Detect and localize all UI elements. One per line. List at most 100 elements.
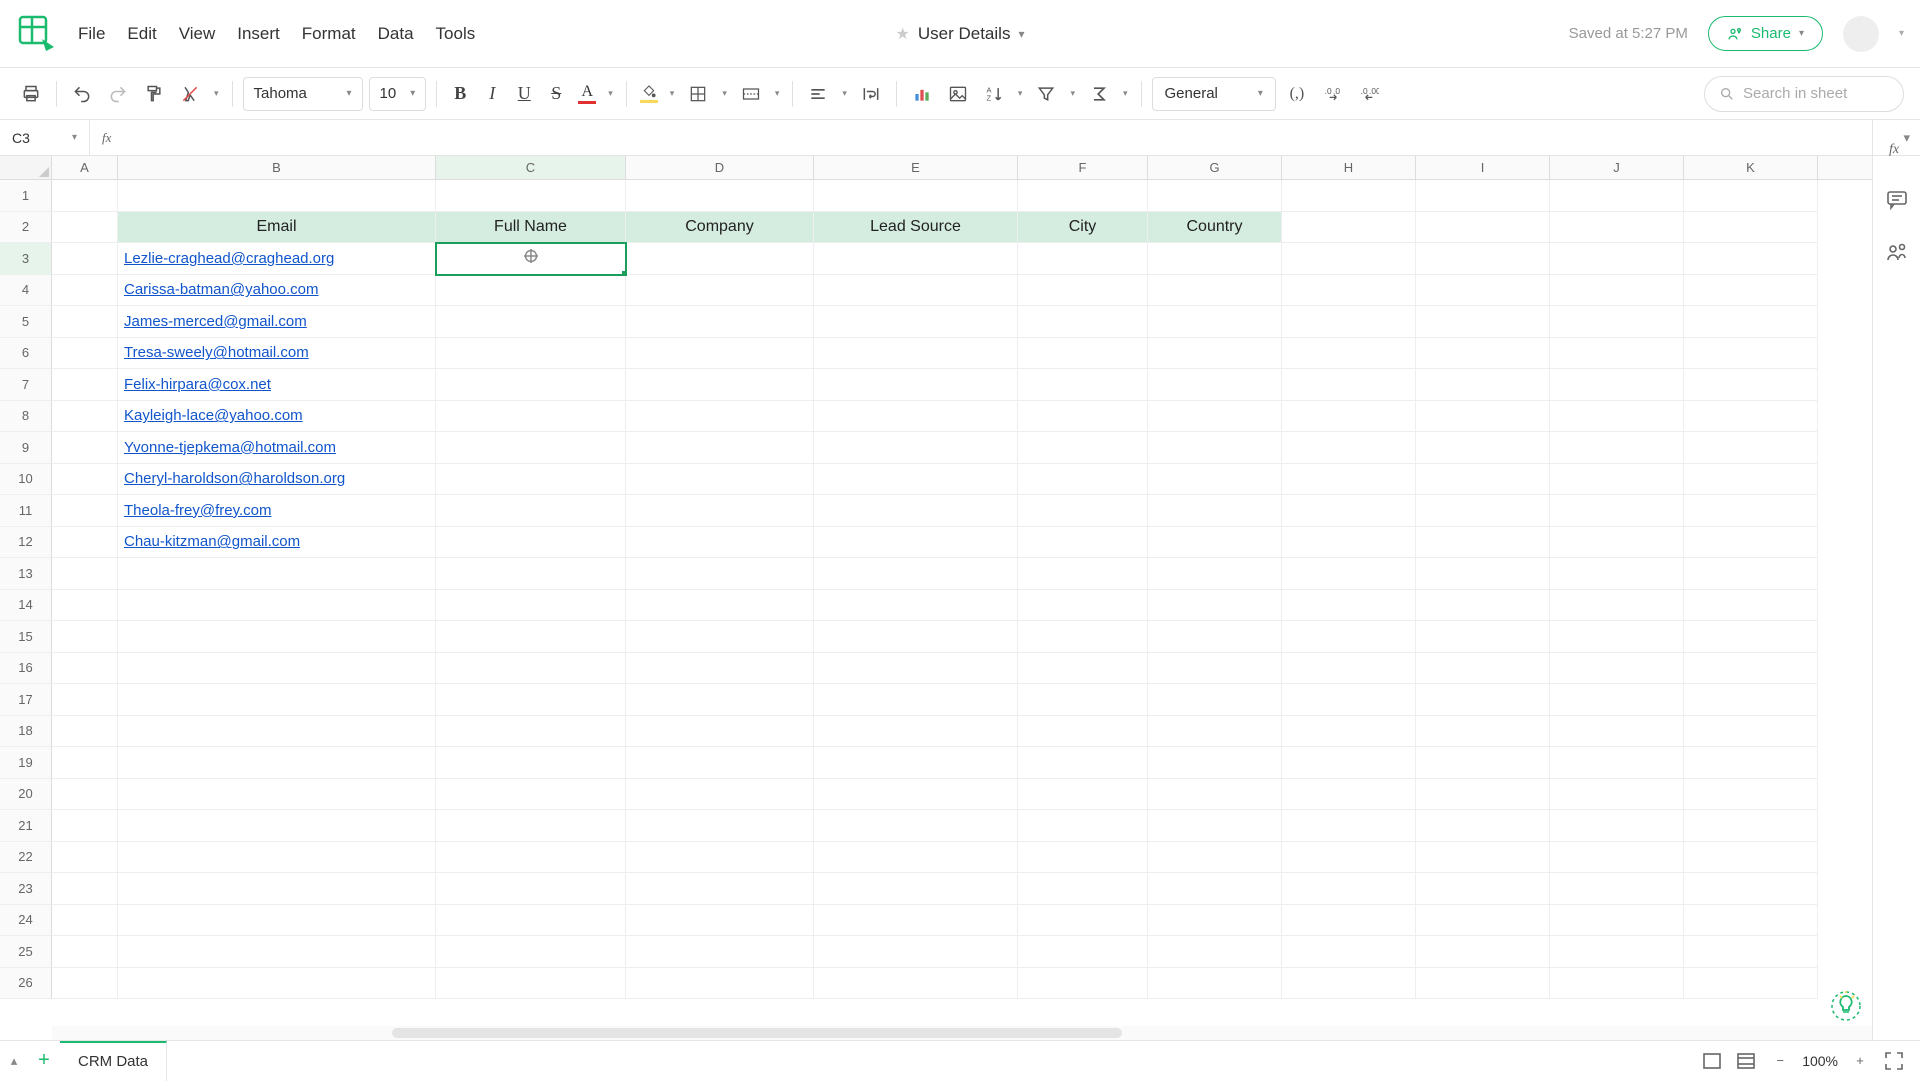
- cell-C12[interactable]: [436, 527, 626, 559]
- fill-handle[interactable]: [621, 270, 626, 275]
- decrease-decimal-button[interactable]: .0.0: [1318, 79, 1348, 109]
- row-header-13[interactable]: 13: [0, 558, 52, 590]
- cell-G13[interactable]: [1148, 558, 1282, 590]
- cell-C24[interactable]: [436, 905, 626, 937]
- cell-E18[interactable]: [814, 716, 1018, 748]
- cell-E4[interactable]: [814, 275, 1018, 307]
- cell-D15[interactable]: [626, 621, 814, 653]
- cell-H15[interactable]: [1282, 621, 1416, 653]
- column-header-H[interactable]: H: [1282, 156, 1416, 179]
- cell-J11[interactable]: [1550, 495, 1684, 527]
- cell-A14[interactable]: [52, 590, 118, 622]
- cell-K6[interactable]: [1684, 338, 1818, 370]
- cell-H12[interactable]: [1282, 527, 1416, 559]
- cell-K7[interactable]: [1684, 369, 1818, 401]
- cell-H14[interactable]: [1282, 590, 1416, 622]
- align-button[interactable]: [803, 79, 833, 109]
- font-family-select[interactable]: Tahoma▾: [243, 77, 363, 111]
- email-link[interactable]: Chau-kitzman@gmail.com: [124, 533, 300, 550]
- cell-A7[interactable]: [52, 369, 118, 401]
- cell-C14[interactable]: [436, 590, 626, 622]
- email-link[interactable]: Tresa-sweely@hotmail.com: [124, 344, 309, 361]
- cell-F6[interactable]: [1018, 338, 1148, 370]
- cell-G26[interactable]: [1148, 968, 1282, 1000]
- cell-A21[interactable]: [52, 810, 118, 842]
- cell-G22[interactable]: [1148, 842, 1282, 874]
- email-link[interactable]: James-merced@gmail.com: [124, 313, 307, 330]
- chevron-down-icon[interactable]: ▾: [605, 88, 616, 99]
- cell-E7[interactable]: [814, 369, 1018, 401]
- cell-F24[interactable]: [1018, 905, 1148, 937]
- undo-button[interactable]: [67, 79, 97, 109]
- cell-J25[interactable]: [1550, 936, 1684, 968]
- chevron-down-icon[interactable]: ▾: [772, 88, 783, 99]
- row-header-4[interactable]: 4: [0, 275, 52, 307]
- cell-A25[interactable]: [52, 936, 118, 968]
- cell-A24[interactable]: [52, 905, 118, 937]
- increase-decimal-button[interactable]: .0.00: [1354, 79, 1384, 109]
- cell-D23[interactable]: [626, 873, 814, 905]
- cell-J20[interactable]: [1550, 779, 1684, 811]
- cell-C19[interactable]: [436, 747, 626, 779]
- cell-J17[interactable]: [1550, 684, 1684, 716]
- cell-I23[interactable]: [1416, 873, 1550, 905]
- cell-H13[interactable]: [1282, 558, 1416, 590]
- cell-F9[interactable]: [1018, 432, 1148, 464]
- cell-F5[interactable]: [1018, 306, 1148, 338]
- cell-I4[interactable]: [1416, 275, 1550, 307]
- row-header-6[interactable]: 6: [0, 338, 52, 370]
- cell-D4[interactable]: [626, 275, 814, 307]
- cell-K18[interactable]: [1684, 716, 1818, 748]
- cell-I20[interactable]: [1416, 779, 1550, 811]
- cell-A8[interactable]: [52, 401, 118, 433]
- comments-panel-icon[interactable]: [1885, 188, 1909, 212]
- cell-J4[interactable]: [1550, 275, 1684, 307]
- cell-D11[interactable]: [626, 495, 814, 527]
- row-header-22[interactable]: 22: [0, 842, 52, 874]
- underline-button[interactable]: U: [511, 79, 537, 109]
- cell-C10[interactable]: [436, 464, 626, 496]
- parentheses-button[interactable]: (,): [1282, 79, 1312, 109]
- cell-C16[interactable]: [436, 653, 626, 685]
- cell-D8[interactable]: [626, 401, 814, 433]
- cell-I21[interactable]: [1416, 810, 1550, 842]
- cell-G6[interactable]: [1148, 338, 1282, 370]
- email-link[interactable]: Theola-frey@frey.com: [124, 502, 272, 519]
- column-header-K[interactable]: K: [1684, 156, 1818, 179]
- name-box[interactable]: C3▾: [0, 120, 90, 155]
- cell-B8[interactable]: Kayleigh-lace@yahoo.com: [118, 401, 436, 433]
- cell-J26[interactable]: [1550, 968, 1684, 1000]
- cell-I13[interactable]: [1416, 558, 1550, 590]
- cell-D20[interactable]: [626, 779, 814, 811]
- cell-E13[interactable]: [814, 558, 1018, 590]
- zoom-in-button[interactable]: +: [1848, 1049, 1872, 1073]
- cell-A23[interactable]: [52, 873, 118, 905]
- cell-B17[interactable]: [118, 684, 436, 716]
- menu-format[interactable]: Format: [302, 24, 356, 44]
- cell-C25[interactable]: [436, 936, 626, 968]
- email-link[interactable]: Lezlie-craghead@craghead.org: [124, 250, 334, 267]
- row-header-3[interactable]: 3: [0, 243, 52, 275]
- zia-assistant-icon[interactable]: [1828, 988, 1864, 1024]
- cell-I22[interactable]: [1416, 842, 1550, 874]
- cell-B5[interactable]: James-merced@gmail.com: [118, 306, 436, 338]
- row-header-8[interactable]: 8: [0, 401, 52, 433]
- cell-H23[interactable]: [1282, 873, 1416, 905]
- cell-G23[interactable]: [1148, 873, 1282, 905]
- cell-J22[interactable]: [1550, 842, 1684, 874]
- cell-J6[interactable]: [1550, 338, 1684, 370]
- avatar[interactable]: [1843, 16, 1879, 52]
- column-header-J[interactable]: J: [1550, 156, 1684, 179]
- cell-B12[interactable]: Chau-kitzman@gmail.com: [118, 527, 436, 559]
- star-icon[interactable]: ★: [896, 24, 910, 44]
- cell-B20[interactable]: [118, 779, 436, 811]
- search-sheet-input[interactable]: Search in sheet: [1704, 76, 1904, 112]
- cell-C9[interactable]: [436, 432, 626, 464]
- chevron-down-icon[interactable]: ▾: [1120, 88, 1131, 99]
- cell-J5[interactable]: [1550, 306, 1684, 338]
- view-page-icon[interactable]: [1734, 1049, 1758, 1073]
- sum-button[interactable]: [1084, 79, 1114, 109]
- cell-B3[interactable]: Lezlie-craghead@craghead.org: [118, 243, 436, 275]
- row-header-11[interactable]: 11: [0, 495, 52, 527]
- cell-H6[interactable]: [1282, 338, 1416, 370]
